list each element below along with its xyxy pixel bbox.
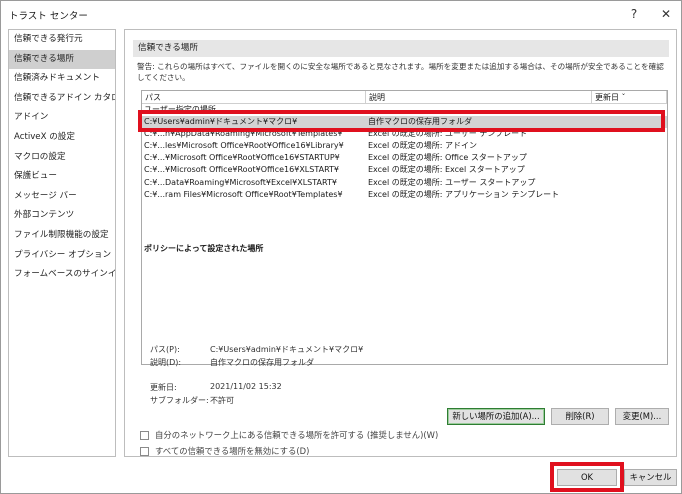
trust-center-dialog: トラスト センター ? ✕ 信頼できる発行元 信頼できる場所 信頼済みドキュメント信… — [0, 0, 682, 494]
row-path: C:¥...les¥Microsoft Office¥Root¥Office16… — [144, 141, 344, 151]
sidebar-item[interactable]: 信頼できる場所 — [9, 49, 115, 70]
modify-button[interactable]: 変更(M)... — [615, 408, 669, 425]
detail-date-value: 2021/11/02 15:32 — [210, 382, 282, 391]
allow-network-checkbox[interactable]: 自分のネットワーク上にある信頼できる場所を許可する (推奨しません)(W) — [140, 429, 438, 441]
detail-path-value: C:¥Users¥admin¥ドキュメント¥マクロ¥ — [210, 345, 364, 354]
row-path: C:¥...¥Microsoft Office¥Root¥Office16¥ST… — [144, 153, 340, 163]
row-path: C:¥...n¥AppData¥Roaming¥Microsoft¥Templa… — [144, 129, 343, 139]
sidebar-item[interactable]: アドイン — [9, 108, 115, 128]
row-description: Excel の既定の場所: ユーザー スタートアップ — [368, 177, 536, 187]
row-description: Excel の既定の場所: Excel スタートアップ — [368, 165, 525, 175]
detail-description-label: 説明(D): — [150, 358, 182, 367]
group-label-policy: ポリシーによって設定された場所 — [144, 244, 264, 253]
dialog-title: トラスト センター — [9, 11, 88, 22]
row-path: C:¥...¥Microsoft Office¥Root¥Office16¥XL… — [144, 165, 340, 175]
remove-button[interactable]: 削除(R) — [551, 408, 609, 425]
list-header: パス 説明 更新日 ˇ — [142, 91, 667, 104]
row-description: Excel の既定の場所: アプリケーション テンプレート — [368, 189, 560, 199]
table-row[interactable]: C:¥...Data¥Roaming¥Microsoft¥Excel¥XLSTA… — [142, 177, 667, 189]
cancel-button[interactable]: キャンセル — [624, 469, 677, 486]
row-description: Excel の既定の場所: アドイン — [368, 141, 477, 151]
detail-subfolder-value: 不許可 — [210, 396, 234, 405]
column-header-modified[interactable]: 更新日 ˇ — [592, 91, 667, 104]
sidebar-item[interactable]: 信頼できるアドイン カタログ — [9, 89, 115, 109]
allow-network-label: 自分のネットワーク上にある信頼できる場所を許可する (推奨しません)(W) — [155, 430, 439, 440]
detail-description-value: 自作マクロの保存用フォルダ — [210, 358, 314, 367]
row-path: C:¥...ram Files¥Microsoft Office¥Root¥Te… — [144, 189, 343, 199]
section-title: 信頼できる場所 — [133, 40, 669, 57]
table-row[interactable]: C:¥...n¥AppData¥Roaming¥Microsoft¥Templa… — [142, 128, 667, 140]
sidebar-item[interactable]: 信頼済みドキュメント — [9, 69, 115, 89]
disable-all-checkbox[interactable]: すべての信頼できる場所を無効にする(D) — [140, 445, 309, 457]
content-panel: 信頼できる場所 警告: これらの場所はすべて、ファイルを開くのに安全な場所である… — [124, 29, 677, 457]
sidebar-item[interactable]: ファイル制限機能の設定 — [9, 226, 115, 246]
column-header-path[interactable]: パス — [142, 91, 366, 104]
sidebar-item[interactable]: 保護ビュー — [9, 167, 115, 187]
row-description: Excel の既定の場所: Office スタートアップ — [368, 153, 527, 163]
title-bar: トラスト センター ? ✕ — [1, 1, 681, 27]
add-location-button[interactable]: 新しい場所の追加(A)... — [447, 408, 545, 425]
group-label-user: ユーザー指定の場所 — [144, 105, 216, 114]
table-row[interactable]: C:¥...¥Microsoft Office¥Root¥Office16¥XL… — [142, 164, 667, 176]
detail-subfolder-label: サブフォルダー: — [150, 396, 209, 405]
checkbox-icon[interactable] — [140, 447, 149, 456]
sidebar-item[interactable]: フォームベースのサインイン — [9, 265, 115, 285]
column-header-description[interactable]: 説明 — [366, 91, 592, 104]
row-description: 自作マクロの保存用フォルダ — [368, 117, 472, 126]
close-icon[interactable]: ✕ — [655, 5, 677, 23]
row-path: C:¥Users¥admin¥ドキュメント¥マクロ¥ — [144, 117, 298, 126]
detail-date-label: 更新日: — [150, 383, 177, 392]
sidebar-item[interactable]: 外部コンテンツ — [9, 206, 115, 226]
detail-path-label: パス(P): — [150, 345, 180, 354]
sidebar-item[interactable]: 信頼できる発行元 — [9, 30, 115, 50]
table-row[interactable]: C:¥...ram Files¥Microsoft Office¥Root¥Te… — [142, 189, 667, 201]
disable-all-label: すべての信頼できる場所を無効にする(D) — [155, 446, 310, 456]
sidebar-item[interactable]: マクロの設定 — [9, 148, 115, 168]
row-description: Excel の既定の場所: ユーザー テンプレート — [368, 129, 528, 139]
table-row[interactable]: C:¥...¥Microsoft Office¥Root¥Office16¥ST… — [142, 152, 667, 164]
sidebar: 信頼できる発行元信頼できる場所信頼済みドキュメント信頼できるアドイン カタログア… — [8, 29, 116, 457]
trusted-locations-list[interactable]: パス 説明 更新日 ˇ ユーザー指定の場所 C:¥Users¥admin¥ドキュ… — [141, 90, 668, 365]
sidebar-item[interactable]: プライバシー オプション — [9, 246, 115, 266]
table-row[interactable]: C:¥Users¥admin¥ドキュメント¥マクロ¥ 自作マクロの保存用フォルダ — [142, 116, 667, 128]
table-row[interactable]: C:¥...les¥Microsoft Office¥Root¥Office16… — [142, 140, 667, 152]
help-icon[interactable]: ? — [623, 5, 645, 23]
ok-button[interactable]: OK — [557, 469, 617, 486]
warning-text: 警告: これらの場所はすべて、ファイルを開くのに安全な場所であると見なされます。… — [137, 62, 664, 82]
checkbox-icon[interactable] — [140, 431, 149, 440]
sidebar-item[interactable]: ActiveX の設定 — [9, 128, 115, 148]
sidebar-item[interactable]: メッセージ バー — [9, 187, 115, 207]
row-path: C:¥...Data¥Roaming¥Microsoft¥Excel¥XLSTA… — [144, 177, 337, 187]
